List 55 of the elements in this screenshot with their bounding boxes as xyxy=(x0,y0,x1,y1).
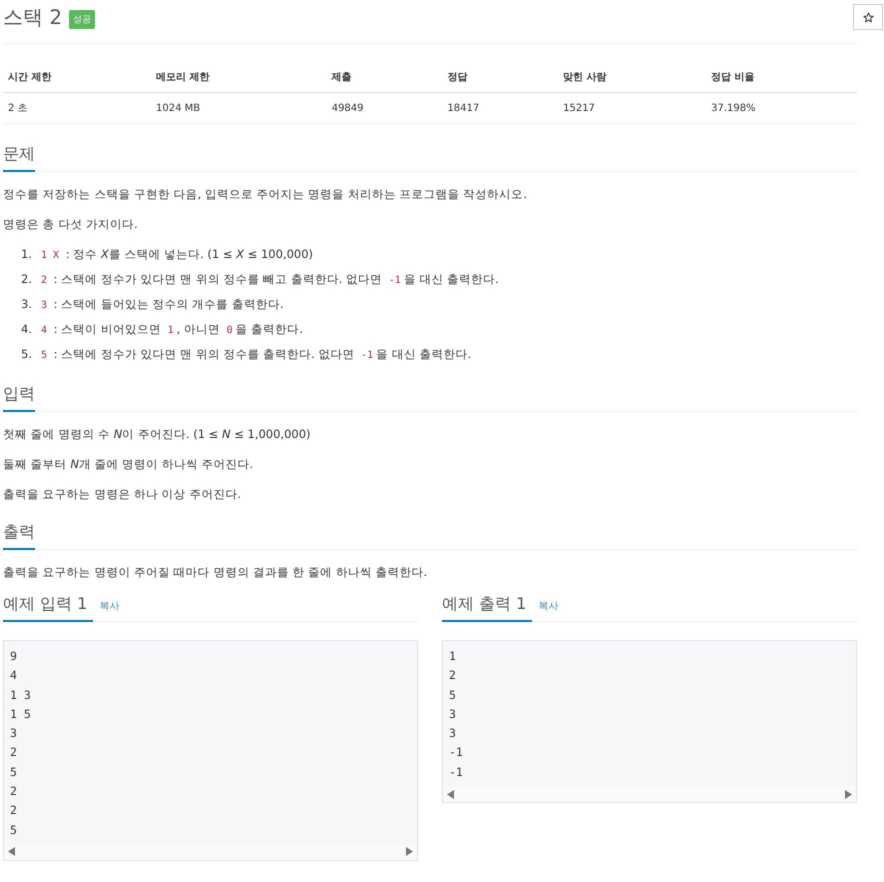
code-line: 3 xyxy=(10,725,18,742)
paragraph: 첫째 줄에 명령의 수 N이 주어진다. (1 ≤ N ≤ 1,000,000) xyxy=(3,426,312,442)
section-heading: 예제 출력 1 xyxy=(442,594,532,622)
paragraph: 정수를 저장하는 스택을 구현한 다음, 입력으로 주어지는 명령을 처리하는 프로그램을 작성하시오. xyxy=(3,186,528,202)
column-header: 제출 xyxy=(326,62,442,92)
code-line: 1 5 xyxy=(10,706,32,723)
copy-link[interactable]: 복사 xyxy=(99,599,120,613)
problem-title: 스택 2 xyxy=(3,4,62,31)
table-cell: 37.198% xyxy=(706,92,857,124)
column-header: 맞힌 사람 xyxy=(558,62,706,92)
code-line: 9 xyxy=(10,648,18,665)
list-item: 5. 5 : 스택에 정수가 있다면 맨 위의 정수를 출력한다. 없다면 -1 을 대신 출력한다. xyxy=(21,346,472,363)
code-line: 1 xyxy=(449,648,457,665)
code-line: 1 3 xyxy=(10,686,32,704)
code-line: 5 xyxy=(10,822,18,839)
column-header: 시간 제한 xyxy=(3,62,152,92)
table-cell: 1024 MB xyxy=(151,92,327,124)
section-heading: 문제 xyxy=(3,144,35,172)
list-item: 3. 3 : 스택에 들어있는 정수의 개수를 출력한다. xyxy=(21,296,284,313)
code-line: 2 xyxy=(10,802,18,820)
paragraph: 출력을 요구하는 명령이 주어질 때마다 명령의 결과를 한 줄에 하나씩 출력한다. xyxy=(3,564,428,580)
list-item: 1. 1 X : 정수 X를 스택에 넣는다. (1 ≤ X ≤ 100,000) xyxy=(21,246,314,263)
code-line: 5 xyxy=(449,686,457,704)
code-line: 3 xyxy=(449,725,457,742)
paragraph: 둘째 줄부터 N개 줄에 명령이 하나씩 주어진다. xyxy=(3,456,254,472)
scroll-right-icon[interactable] xyxy=(406,847,413,856)
section-heading: 입력 xyxy=(3,384,35,412)
code-line: -1 xyxy=(449,764,464,781)
copy-link[interactable]: 복사 xyxy=(538,599,558,613)
code-line: 3 xyxy=(449,706,457,723)
code-line: 5 xyxy=(10,764,18,781)
scroll-left-icon[interactable] xyxy=(8,847,15,856)
column-header: 정답 비율 xyxy=(706,62,857,92)
table-cell: 49849 xyxy=(326,92,442,124)
star-icon xyxy=(862,12,874,22)
table-cell: 2 초 xyxy=(3,92,152,124)
status-badge: 성공 xyxy=(69,10,96,28)
paragraph: 명령은 총 다섯 가지이다. xyxy=(3,216,139,232)
scroll-left-icon[interactable] xyxy=(447,790,454,799)
code-line: -1 xyxy=(449,744,464,762)
code-line: 2 xyxy=(10,744,18,762)
column-header: 메모리 제한 xyxy=(151,62,327,92)
scroll-right-icon[interactable] xyxy=(845,790,852,799)
code-line: 2 xyxy=(449,667,457,684)
list-item: 4. 4 : 스택이 비어있으면 1 , 아니면 0 을 출력한다. xyxy=(21,321,304,338)
list-item: 2. 2 : 스택에 정수가 있다면 맨 위의 정수를 빼고 출력한다. 없다면 -1 을 대신 출력한다. xyxy=(21,271,500,288)
section-heading: 예제 입력 1 xyxy=(3,594,94,622)
section-heading: 출력 xyxy=(3,522,35,550)
star-button[interactable] xyxy=(853,4,883,30)
column-header: 정답 xyxy=(442,62,558,92)
table-cell: 18417 xyxy=(442,92,558,124)
code-line: 4 xyxy=(10,667,18,684)
paragraph: 출력을 요구하는 명령은 하나 이상 주어진다. xyxy=(3,486,242,502)
code-line: 2 xyxy=(10,783,18,800)
table-cell: 15217 xyxy=(558,92,706,124)
